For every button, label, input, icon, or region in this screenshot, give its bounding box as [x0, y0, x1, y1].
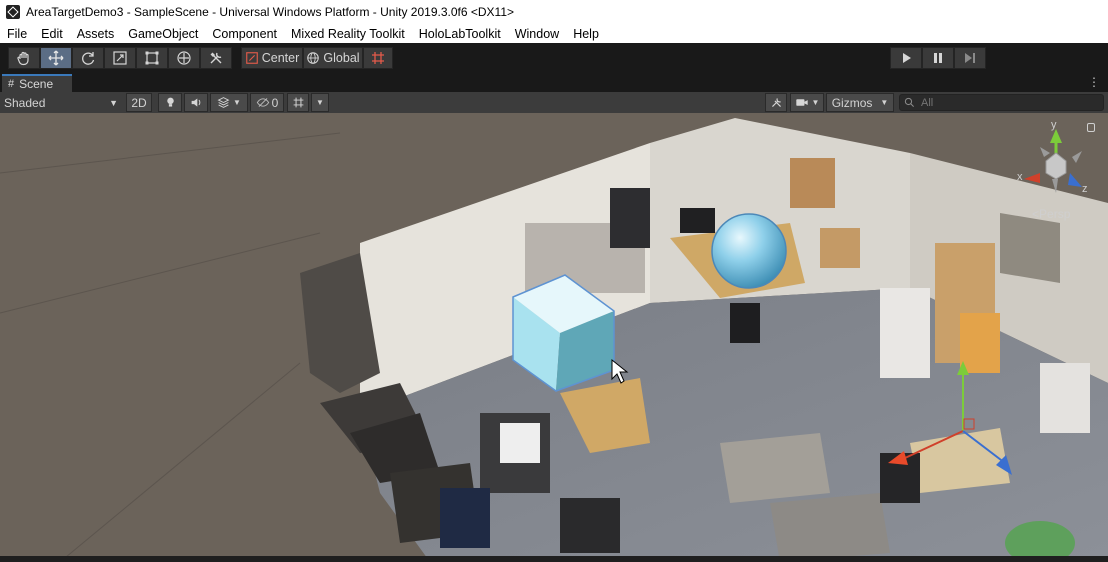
grid-toggle[interactable]	[287, 93, 309, 112]
tools-icon	[210, 52, 222, 64]
menu-file[interactable]: File	[0, 27, 34, 41]
grid-snap-icon	[372, 52, 384, 64]
background-grid	[0, 132, 341, 562]
speaker-icon	[191, 98, 200, 107]
projection-label: Persp	[1039, 207, 1071, 221]
pivot-center-button[interactable]: Center	[241, 47, 303, 69]
move-tool-button[interactable]	[40, 47, 72, 69]
lighting-toggle[interactable]	[158, 93, 182, 112]
toggle-2d-button[interactable]: 2D	[126, 93, 152, 112]
effects-dropdown[interactable]: ▼	[210, 93, 248, 112]
hand-tool-button[interactable]	[8, 47, 40, 69]
scene-viewport[interactable]: y x z <Persp	[0, 113, 1108, 562]
pivot-center-label: Center	[261, 51, 300, 65]
shading-mode-value: Shaded	[4, 95, 46, 110]
snap-grid-button[interactable]	[363, 47, 393, 69]
eye-hidden-icon	[256, 98, 269, 107]
hidden-objects-toggle[interactable]: 0	[250, 93, 284, 112]
rect-transform-icon	[145, 51, 159, 65]
window-title: AreaTargetDemo3 - SampleScene - Universa…	[26, 5, 514, 19]
pause-icon	[934, 53, 942, 63]
move-arrows-icon	[48, 50, 64, 66]
gizmo-y-label: y	[1051, 119, 1057, 131]
rotate-icon	[82, 52, 95, 65]
audio-toggle[interactable]	[184, 93, 208, 112]
transform-tools	[8, 47, 232, 69]
camera-icon	[795, 99, 808, 106]
menu-mixed-reality-toolkit[interactable]: Mixed Reality Toolkit	[284, 27, 412, 41]
pivot-global-button[interactable]: Global	[303, 47, 363, 69]
toggle-2d-label: 2D	[131, 95, 147, 110]
camera-chevron-icon: ▼	[811, 98, 820, 107]
scale-icon	[113, 51, 127, 65]
gizmos-label: Gizmos	[831, 95, 873, 110]
hand-icon	[17, 51, 29, 66]
menu-window[interactable]: Window	[508, 27, 566, 41]
playback-controls	[890, 47, 986, 69]
projection-toggle[interactable]: <Persp	[1032, 207, 1070, 221]
bottom-panel-edge	[0, 556, 1108, 562]
globe-icon	[307, 52, 320, 64]
scene-grid-icon: #	[8, 78, 15, 90]
grid-icon	[293, 97, 303, 108]
custom-tool-button[interactable]	[200, 47, 232, 69]
more-options-icon[interactable]: ⋮	[1088, 75, 1100, 89]
rect-tool-button[interactable]	[136, 47, 168, 69]
camera-settings-dropdown[interactable]: ▼	[790, 93, 824, 112]
step-forward-icon	[965, 53, 975, 63]
gizmo-z-label: z	[1082, 183, 1088, 195]
unity-logo-icon	[6, 5, 20, 19]
menu-component[interactable]: Component	[205, 27, 284, 41]
rotate-tool-button[interactable]	[72, 47, 104, 69]
transform-tool-button[interactable]	[168, 47, 200, 69]
pivot-center-icon	[245, 52, 258, 64]
menu-help[interactable]: Help	[566, 27, 606, 41]
scene-render: y x z	[0, 118, 1108, 562]
play-button[interactable]	[890, 47, 922, 69]
lightbulb-icon	[166, 97, 174, 107]
sphere-object[interactable]	[711, 213, 787, 289]
pause-button[interactable]	[922, 47, 954, 69]
gizmo-lock-icon[interactable]	[1087, 123, 1095, 132]
tab-scene-label: Scene	[19, 77, 54, 91]
tab-scene[interactable]: # Scene	[2, 74, 72, 92]
menu-assets[interactable]: Assets	[70, 27, 122, 41]
grid-options-dropdown[interactable]: ▼	[311, 93, 329, 112]
gizmo-x-label: x	[1017, 171, 1023, 183]
pivot-controls: Center Global	[241, 47, 393, 69]
tab-bar: # Scene ⋮	[0, 73, 1108, 92]
scene-tools-button[interactable]	[765, 93, 787, 112]
gizmos-chevron-icon: ▼	[880, 98, 889, 107]
play-icon	[903, 53, 911, 63]
orientation-gizmo[interactable]	[1024, 129, 1082, 193]
grid-chevron-icon: ▼	[316, 98, 324, 107]
menu-gameobject[interactable]: GameObject	[121, 27, 205, 41]
effects-layers-icon	[217, 97, 230, 108]
chevron-down-icon: ▼	[109, 97, 118, 108]
transform-combined-icon	[177, 51, 191, 65]
menu-edit[interactable]: Edit	[34, 27, 70, 41]
gizmos-dropdown[interactable]: Gizmos ▼	[826, 93, 894, 112]
title-bar: AreaTargetDemo3 - SampleScene - Universa…	[0, 0, 1108, 24]
main-toolbar: Center Global	[0, 43, 1108, 73]
effects-chevron-icon: ▼	[233, 98, 241, 107]
search-icon	[904, 97, 914, 107]
scene-search-input[interactable]	[919, 95, 1093, 110]
menu-bar: File Edit Assets GameObject Component Mi…	[0, 24, 1108, 43]
scale-tool-button[interactable]	[104, 47, 136, 69]
persp-arrow-icon: <	[1032, 207, 1040, 221]
scene-search-box[interactable]	[899, 94, 1104, 111]
hidden-count: 0	[271, 95, 279, 110]
menu-hololabtoolkit[interactable]: HoloLabToolkit	[412, 27, 508, 41]
pivot-global-label: Global	[323, 51, 360, 65]
step-button[interactable]	[954, 47, 986, 69]
tools-icon-small	[771, 98, 781, 107]
shading-mode-dropdown[interactable]: Shaded ▼	[4, 93, 122, 112]
scene-view-toolbar: Shaded ▼ 2D ▼ 0 ▼ ▼ Gizmos ▼	[0, 92, 1108, 114]
